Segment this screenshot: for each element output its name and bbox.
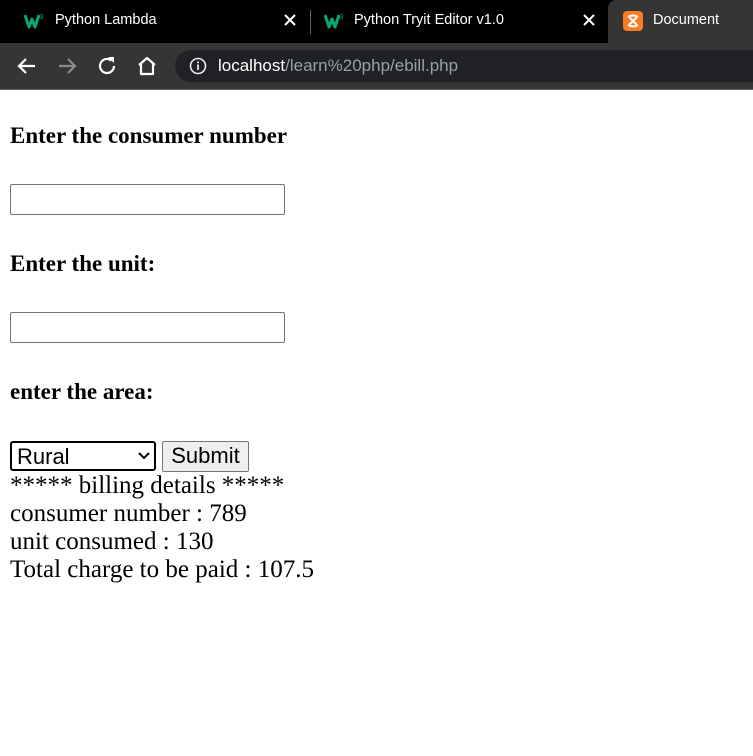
browser-toolbar: localhost/learn%20php/ebill.php [0,43,753,89]
consumer-number-output: consumer number : 789 [10,500,247,527]
url-path: /learn%20php/ebill.php [285,56,459,75]
unit-label: Enter the unit: [10,251,156,276]
unit-consumed-output: unit consumed : 130 [10,528,214,555]
tab-title: Python Tryit Editor v1.0 [354,12,504,28]
xampp-icon [623,11,643,31]
area-label: enter the area: [10,379,154,404]
tab-document[interactable]: Document [608,0,753,43]
toolbar-divider [0,89,753,90]
tab-python-lambda[interactable]: 3 Python Lambda [0,0,310,43]
close-tab-icon[interactable] [578,9,600,31]
close-tab-icon[interactable] [279,9,301,31]
submit-button[interactable]: Submit [162,441,249,472]
billing-details-header: ***** billing details ***** [10,472,285,499]
tab-strip: 3 Python Lambda 3 Python Tryit Editor v1… [0,0,753,43]
svg-text:3: 3 [340,14,344,21]
forward-arrow-icon[interactable] [55,54,79,78]
area-select[interactable]: Rural [10,441,156,471]
unit-input[interactable] [10,312,285,343]
home-icon[interactable] [135,54,159,78]
reload-icon[interactable] [95,54,119,78]
w3schools-icon: 3 [324,14,344,29]
back-arrow-icon[interactable] [15,54,39,78]
tab-python-tryit-editor[interactable]: 3 Python Tryit Editor v1.0 [310,0,608,43]
total-charge-output: Total charge to be paid : 107.5 [10,556,314,583]
url-host: localhost [218,56,286,75]
chevron-down-icon [138,452,150,460]
consumer-number-label: Enter the consumer number [10,123,288,148]
area-selected-value: Rural [17,444,70,469]
site-info-icon[interactable] [189,57,207,75]
tab-title: Document [653,12,720,28]
tab-title: Python Lambda [55,12,157,28]
consumer-number-input[interactable] [10,184,285,215]
w3schools-icon: 3 [24,14,44,29]
address-bar[interactable]: localhost/learn%20php/ebill.php [175,50,753,82]
url-text: localhost/learn%20php/ebill.php [218,56,458,76]
svg-text:3: 3 [40,14,44,21]
